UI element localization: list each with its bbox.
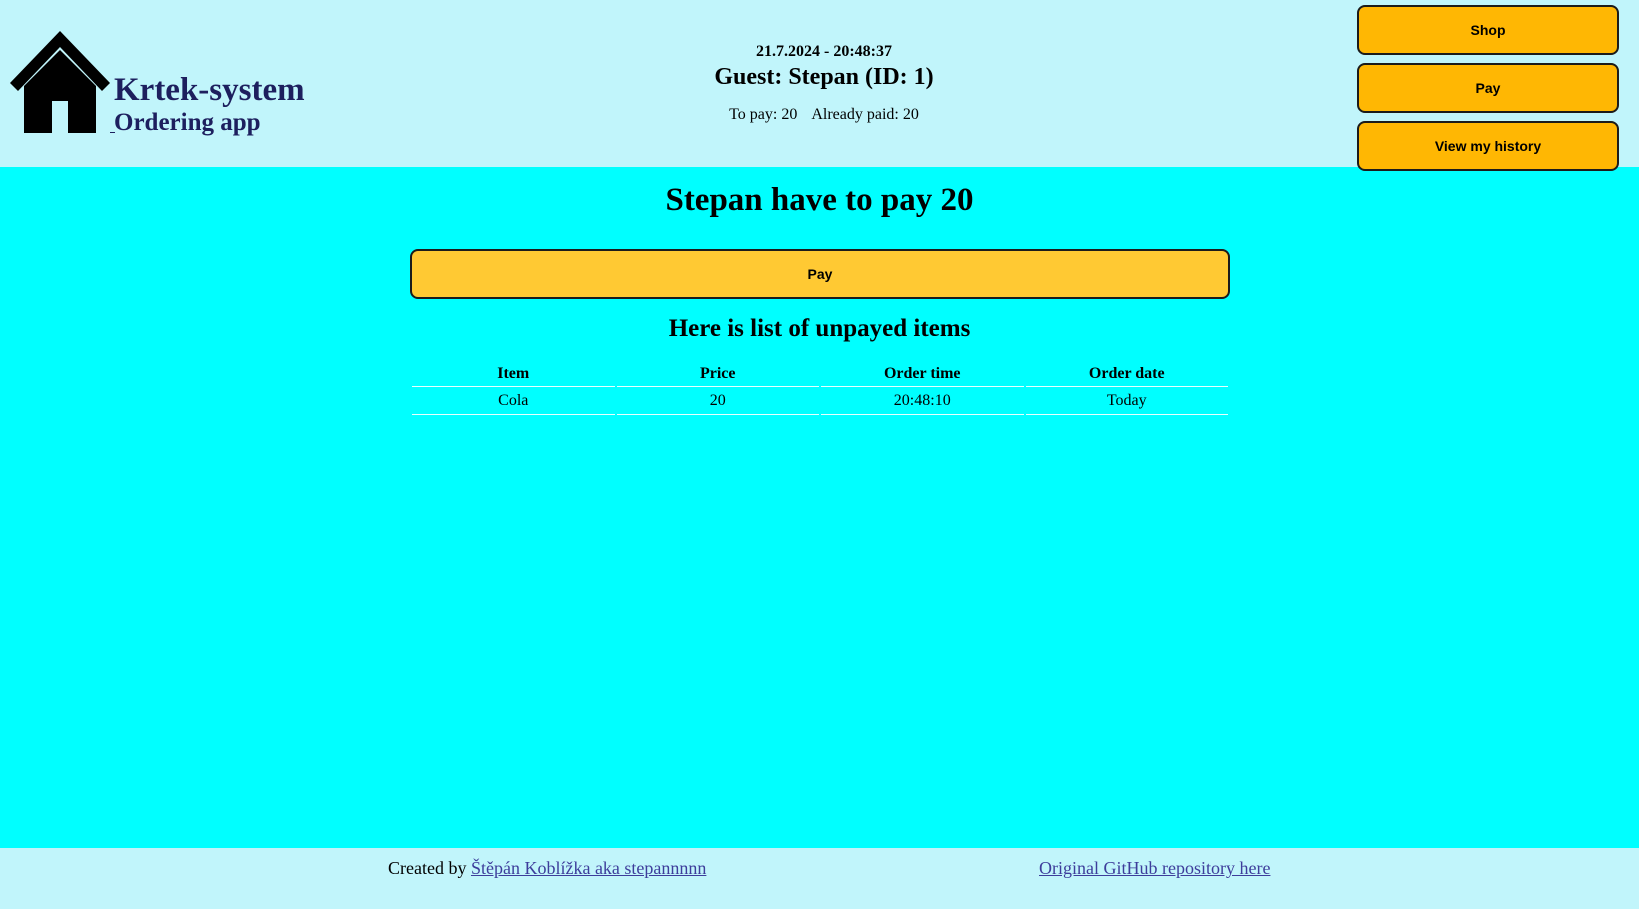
- brand-subtitle: Ordering app: [114, 109, 261, 136]
- guest-name: Guest: Stepan (ID: 1): [714, 64, 934, 90]
- unpaid-list-title: Here is list of unpayed items: [668, 315, 971, 342]
- column-header-item: Item: [412, 362, 615, 387]
- view-history-button[interactable]: View my history: [1357, 121, 1619, 171]
- cell-item: Cola: [412, 387, 615, 415]
- nav-menu: Shop Pay View my history: [1357, 5, 1619, 179]
- created-by-label: Created by: [388, 858, 471, 878]
- already-paid-amount: Already paid: 20: [811, 106, 919, 123]
- balances: To pay: 20 Already paid: 20: [624, 105, 1024, 125]
- cell-order-time: 20:48:10: [821, 387, 1024, 415]
- page-title: Stepan have to pay 20: [665, 182, 974, 218]
- github-repo-link[interactable]: Original GitHub repository here: [1039, 858, 1270, 878]
- main-content: Stepan have to pay 20 Pay Here is list o…: [0, 167, 1639, 848]
- column-header-order-date: Order date: [1025, 362, 1228, 387]
- unpaid-items-table: Item Price Order time Order date Cola 20…: [410, 362, 1230, 415]
- author-link[interactable]: Štěpán Koblížka aka stepannnnn: [471, 858, 706, 878]
- table-header-row: Item Price Order time Order date: [412, 362, 1228, 387]
- footer-repo: Original GitHub repository here: [1039, 858, 1270, 879]
- home-logo-link[interactable]: Krtek-system Ordering app: [8, 28, 308, 138]
- home-icon: [10, 31, 110, 133]
- current-datetime: 21.7.2024 - 20:48:37: [756, 43, 892, 60]
- shop-button[interactable]: Shop: [1357, 5, 1619, 55]
- header-info: 21.7.2024 - 20:48:37 Guest: Stepan (ID: …: [624, 42, 1024, 125]
- footer-credit: Created by Štěpán Koblížka aka stepannnn…: [388, 858, 706, 879]
- cell-price: 20: [616, 387, 819, 415]
- nav-pay-button[interactable]: Pay: [1357, 63, 1619, 113]
- brand-title: Krtek-system: [114, 72, 305, 108]
- header: Krtek-system Ordering app 21.7.2024 - 20…: [0, 0, 1639, 171]
- table-row: Cola 20 20:48:10 Today: [412, 387, 1228, 415]
- to-pay-amount: To pay: 20: [729, 106, 798, 123]
- footer: Created by Štěpán Koblížka aka stepannnn…: [0, 848, 1639, 909]
- cell-order-date: Today: [1025, 387, 1228, 415]
- column-header-order-time: Order time: [821, 362, 1024, 387]
- column-header-price: Price: [616, 362, 819, 387]
- pay-button[interactable]: Pay: [410, 249, 1230, 299]
